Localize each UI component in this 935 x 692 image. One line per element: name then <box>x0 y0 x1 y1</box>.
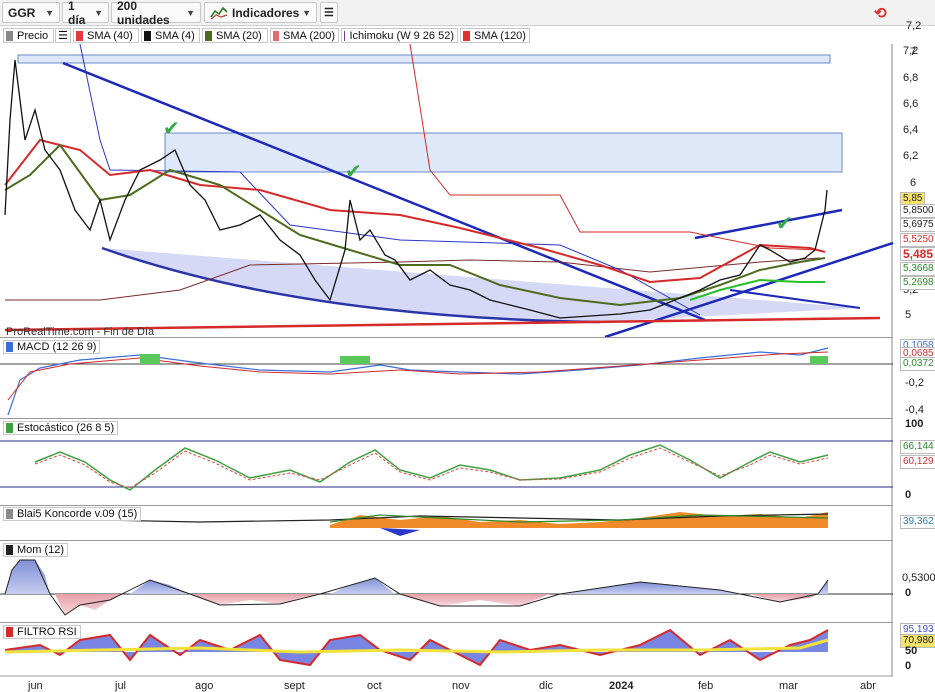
legend-swatch <box>6 545 13 555</box>
price-tag: 5,5250 <box>900 233 935 247</box>
check-icon: ✔ <box>776 211 793 235</box>
rsi-line <box>4 628 829 667</box>
month-label: 2024 <box>609 680 634 692</box>
panel-title-macd[interactable]: MACD (12 26 9) <box>3 340 101 354</box>
panel-title-text: MACD (12 26 9) <box>17 341 97 353</box>
macd-axis-label: -0,2 <box>905 377 924 389</box>
stoch-k <box>34 444 829 491</box>
macd-tag: 0,0372 <box>900 357 935 371</box>
rsi-axis-label: 50 <box>905 645 918 657</box>
rsi-filter-line <box>4 638 829 654</box>
price-tag: 5,8500 <box>900 204 935 218</box>
panel-title-text: FILTRO RSI <box>17 626 77 638</box>
panel-title-koncorde[interactable]: Blai5 Koncorde v.09 (15) <box>3 507 142 521</box>
month-label: jun <box>28 680 43 692</box>
month-label: abr <box>860 680 876 692</box>
month-label: sept <box>284 680 305 692</box>
stoch-axis-label: 0 <box>905 489 912 501</box>
koncorde-orange <box>330 512 828 528</box>
wedge-fill <box>102 248 860 322</box>
mom-axis-label: 0,5300 <box>902 572 935 584</box>
price-axis-label: 6,6 <box>903 98 919 110</box>
chart-canvas[interactable]: ✔ ✔ ✔ <box>0 0 935 692</box>
legend-swatch <box>6 509 13 519</box>
price-tag: 5,485 <box>900 247 935 261</box>
month-label: ago <box>195 680 214 692</box>
koncorde-tag: 39,362 <box>900 515 935 529</box>
month-label: dic <box>539 680 554 692</box>
stoch-tag: 60,129 <box>900 455 935 469</box>
price-axis-label: 6 <box>910 177 917 189</box>
month-label: nov <box>452 680 470 692</box>
price-axis-label: 7 <box>910 46 917 58</box>
price-tag: 5,3668 <box>900 262 935 276</box>
panel-title-momentum[interactable]: Mom (12) <box>3 543 69 557</box>
macd-signal <box>7 351 829 401</box>
month-label: oct <box>367 680 382 692</box>
macd-axis-label: -0,4 <box>905 404 924 416</box>
price-axis-label: 7,2 <box>906 20 922 32</box>
stoch-tag: 66,144 <box>900 440 935 454</box>
momentum-line <box>4 559 829 616</box>
channel-top <box>694 208 843 240</box>
zone-top <box>17 54 831 64</box>
price-tag: 5,2698 <box>900 276 935 290</box>
trendline-up <box>604 241 894 339</box>
check-icon: ✔ <box>345 159 362 183</box>
legend-swatch <box>6 627 13 637</box>
month-label: feb <box>698 680 714 692</box>
panel-title-text: Estocástico (26 8 5) <box>17 422 115 434</box>
panel-title-rsi[interactable]: FILTRO RSI <box>3 625 81 639</box>
mom-axis-label: 0 <box>905 587 912 599</box>
price-axis-label: 6,4 <box>903 124 919 136</box>
rsi-axis-label: 0 <box>905 660 912 672</box>
stoch-axis-label: 100 <box>905 418 924 430</box>
panel-title-stochastic[interactable]: Estocástico (26 8 5) <box>3 421 119 435</box>
month-label: mar <box>779 680 798 692</box>
price-axis-label: 5 <box>905 309 912 321</box>
month-label: jul <box>115 680 127 692</box>
zone-mid <box>164 132 843 173</box>
check-icon: ✔ <box>163 116 180 140</box>
price-tag: 5,6975 <box>900 218 935 232</box>
stoch-d <box>34 447 829 489</box>
legend-swatch <box>6 342 13 352</box>
panel-title-text: Blai5 Koncorde v.09 (15) <box>17 508 138 520</box>
watermark: ProRealTime.com - Fin de Día <box>6 326 155 338</box>
rsi-fill <box>5 630 828 665</box>
macd-line <box>7 347 829 416</box>
price-axis-label: 6,8 <box>903 72 919 84</box>
price-axis-label: 6,2 <box>903 150 919 162</box>
panel-title-text: Mom (12) <box>17 544 65 556</box>
legend-swatch <box>6 423 13 433</box>
